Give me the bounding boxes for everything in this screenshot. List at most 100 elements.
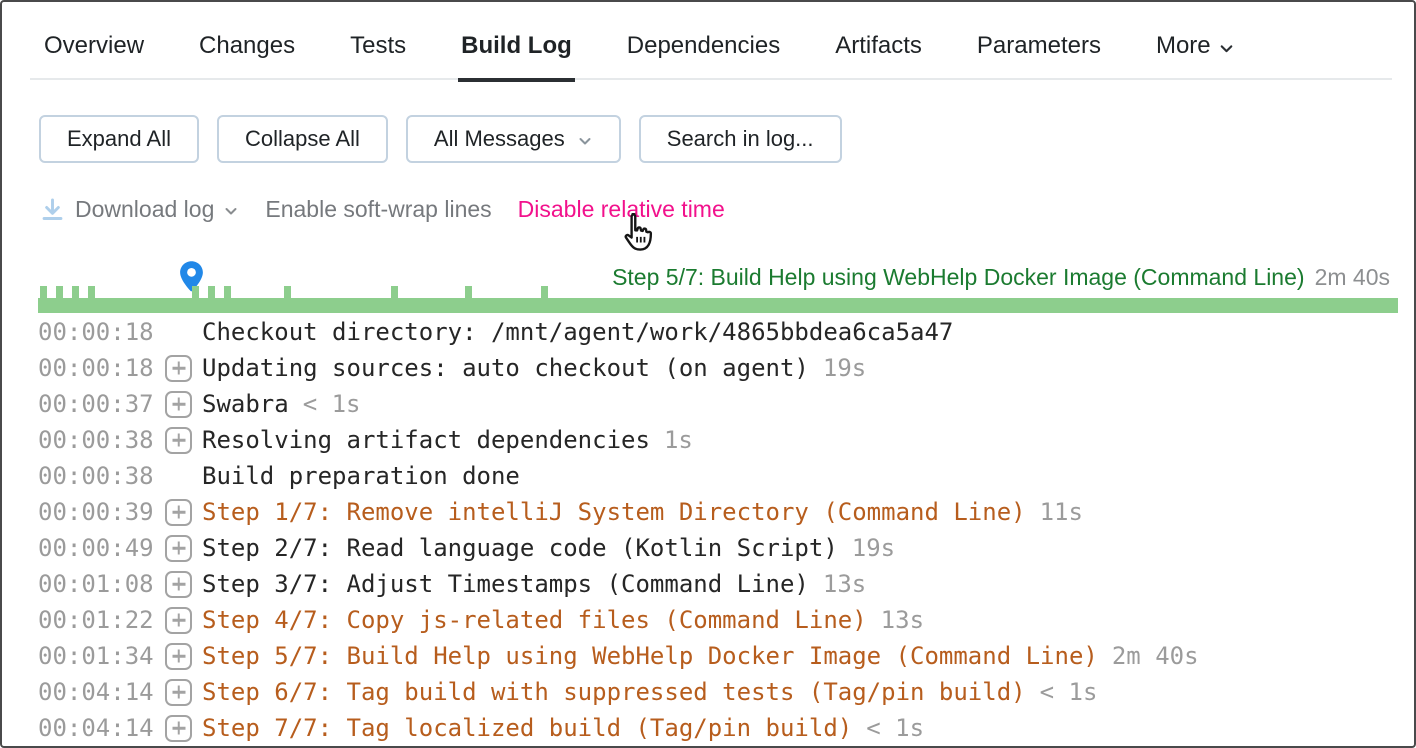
log-message: Swabra [202, 390, 289, 418]
log-message: Step 3/7: Adjust Timestamps (Command Lin… [202, 570, 809, 598]
pointer-cursor-icon [614, 208, 658, 254]
log-row: 00:04:14 Step 7/7: Tag localized build (… [2, 710, 1414, 746]
expand-toggle-icon[interactable] [165, 391, 192, 418]
log-timestamp: 00:00:38 [38, 462, 154, 490]
download-log-dropdown[interactable]: Download log [39, 196, 239, 223]
tab-more[interactable]: More [1156, 14, 1235, 82]
timeline-bar[interactable] [38, 298, 1398, 313]
tab-label: More [1156, 32, 1211, 60]
log-message: Checkout directory: /mnt/agent/work/4865… [202, 318, 953, 346]
expand-all-label: Expand All [67, 126, 171, 152]
log-row: 00:00:18 Checkout directory: /mnt/agent/… [2, 314, 1414, 350]
tab-build-log[interactable]: Build Log [461, 14, 572, 82]
chevron-down-icon [577, 133, 593, 149]
tab-label: Overview [44, 32, 144, 60]
log-row: 00:04:14 Step 6/7: Tag build with suppre… [2, 674, 1414, 710]
tab-changes[interactable]: Changes [199, 14, 295, 82]
log-message: Step 4/7: Copy js-related files (Command… [202, 606, 867, 634]
log-timestamp: 00:00:38 [38, 426, 154, 454]
search-in-log-button[interactable]: Search in log... [639, 115, 842, 163]
tab-label: Artifacts [835, 32, 922, 60]
log-message: Updating sources: auto checkout (on agen… [202, 354, 809, 382]
timeline-tick [284, 286, 291, 299]
log-row: 00:00:37 Swabra < 1s [2, 386, 1414, 422]
timeline-tick [224, 286, 231, 299]
timeline-tick [465, 286, 472, 299]
build-log-page: Overview Changes Tests Build Log Depende… [0, 0, 1416, 748]
log-duration: < 1s [303, 390, 361, 418]
tab-tests[interactable]: Tests [350, 14, 406, 82]
log-row: 00:01:22 Step 4/7: Copy js-related files… [2, 602, 1414, 638]
log-timestamp: 00:00:49 [38, 534, 154, 562]
tab-artifacts[interactable]: Artifacts [835, 14, 922, 82]
messages-filter-dropdown[interactable]: All Messages [406, 115, 621, 163]
chevron-down-icon [223, 203, 239, 219]
log-duration: 19s [852, 534, 895, 562]
build-log-list: 00:00:18 Checkout directory: /mnt/agent/… [2, 314, 1414, 746]
log-timestamp: 00:04:14 [38, 714, 154, 742]
collapse-all-label: Collapse All [245, 126, 360, 152]
expand-toggle-icon[interactable] [165, 499, 192, 526]
log-message: Build preparation done [202, 462, 520, 490]
tab-bar: Overview Changes Tests Build Log Depende… [2, 2, 1414, 80]
timeline-tick [208, 286, 215, 299]
expand-toggle-icon[interactable] [165, 427, 192, 454]
log-row: 00:00:38 Resolving artifact dependencies… [2, 422, 1414, 458]
log-timestamp: 00:01:22 [38, 606, 154, 634]
soft-wrap-toggle-link[interactable]: Enable soft-wrap lines [265, 196, 491, 223]
current-step-duration: 2m 40s [1315, 264, 1390, 290]
log-message: Step 1/7: Remove intelliJ System Directo… [202, 498, 1026, 526]
current-step-label: Step 5/7: Build Help using WebHelp Docke… [612, 264, 1390, 291]
log-row: 00:01:34 Step 5/7: Build Help using WebH… [2, 638, 1414, 674]
expand-toggle-icon[interactable] [165, 679, 192, 706]
tab-label: Changes [199, 32, 295, 60]
search-in-log-label: Search in log... [667, 126, 814, 152]
expand-toggle-icon[interactable] [165, 607, 192, 634]
log-duration: 11s [1040, 498, 1083, 526]
timeline-tick [541, 286, 548, 299]
download-log-label: Download log [75, 196, 214, 223]
log-row: 00:00:49 Step 2/7: Read language code (K… [2, 530, 1414, 566]
log-duration: 1s [664, 426, 693, 454]
log-message: Step 5/7: Build Help using WebHelp Docke… [202, 642, 1098, 670]
log-actions-row: Download log Enable soft-wrap lines Disa… [39, 193, 1414, 225]
download-icon [39, 196, 66, 223]
log-duration: 13s [823, 570, 866, 598]
expand-all-button[interactable]: Expand All [39, 115, 199, 163]
log-timestamp: 00:00:18 [38, 318, 154, 346]
current-step-text: Step 5/7: Build Help using WebHelp Docke… [612, 264, 1304, 290]
log-duration: 19s [823, 354, 866, 382]
expand-toggle-icon[interactable] [165, 355, 192, 382]
log-duration: 13s [881, 606, 924, 634]
messages-filter-label: All Messages [434, 126, 565, 152]
tab-label: Tests [350, 32, 406, 60]
timeline-tick [391, 286, 398, 299]
tab-parameters[interactable]: Parameters [977, 14, 1101, 82]
log-timestamp: 00:00:39 [38, 498, 154, 526]
tab-label: Build Log [461, 32, 572, 60]
log-timestamp: 00:01:34 [38, 642, 154, 670]
timeline-tick [192, 286, 199, 299]
expand-toggle-icon[interactable] [165, 643, 192, 670]
log-message: Resolving artifact dependencies [202, 426, 650, 454]
log-timestamp: 00:00:37 [38, 390, 154, 418]
tab-label: Parameters [977, 32, 1101, 60]
tab-label: Dependencies [627, 32, 780, 60]
log-row: 00:00:18 Updating sources: auto checkout… [2, 350, 1414, 386]
log-message: Step 2/7: Read language code (Kotlin Scr… [202, 534, 838, 562]
timeline-tick [56, 286, 63, 299]
expand-toggle-icon[interactable] [165, 535, 192, 562]
log-duration: < 1s [1040, 678, 1098, 706]
tab-dependencies[interactable]: Dependencies [627, 14, 780, 82]
chevron-down-icon [1218, 40, 1235, 57]
expand-toggle-icon[interactable] [165, 571, 192, 598]
build-timeline: Step 5/7: Build Help using WebHelp Docke… [2, 258, 1414, 314]
timeline-tick [40, 286, 47, 299]
log-message: Step 7/7: Tag localized build (Tag/pin b… [202, 714, 852, 742]
timeline-tick [72, 286, 79, 299]
log-row: 00:00:39 Step 1/7: Remove intelliJ Syste… [2, 494, 1414, 530]
collapse-all-button[interactable]: Collapse All [217, 115, 388, 163]
expand-toggle-icon[interactable] [165, 715, 192, 742]
tab-overview[interactable]: Overview [44, 14, 144, 82]
log-timestamp: 00:00:18 [38, 354, 154, 382]
